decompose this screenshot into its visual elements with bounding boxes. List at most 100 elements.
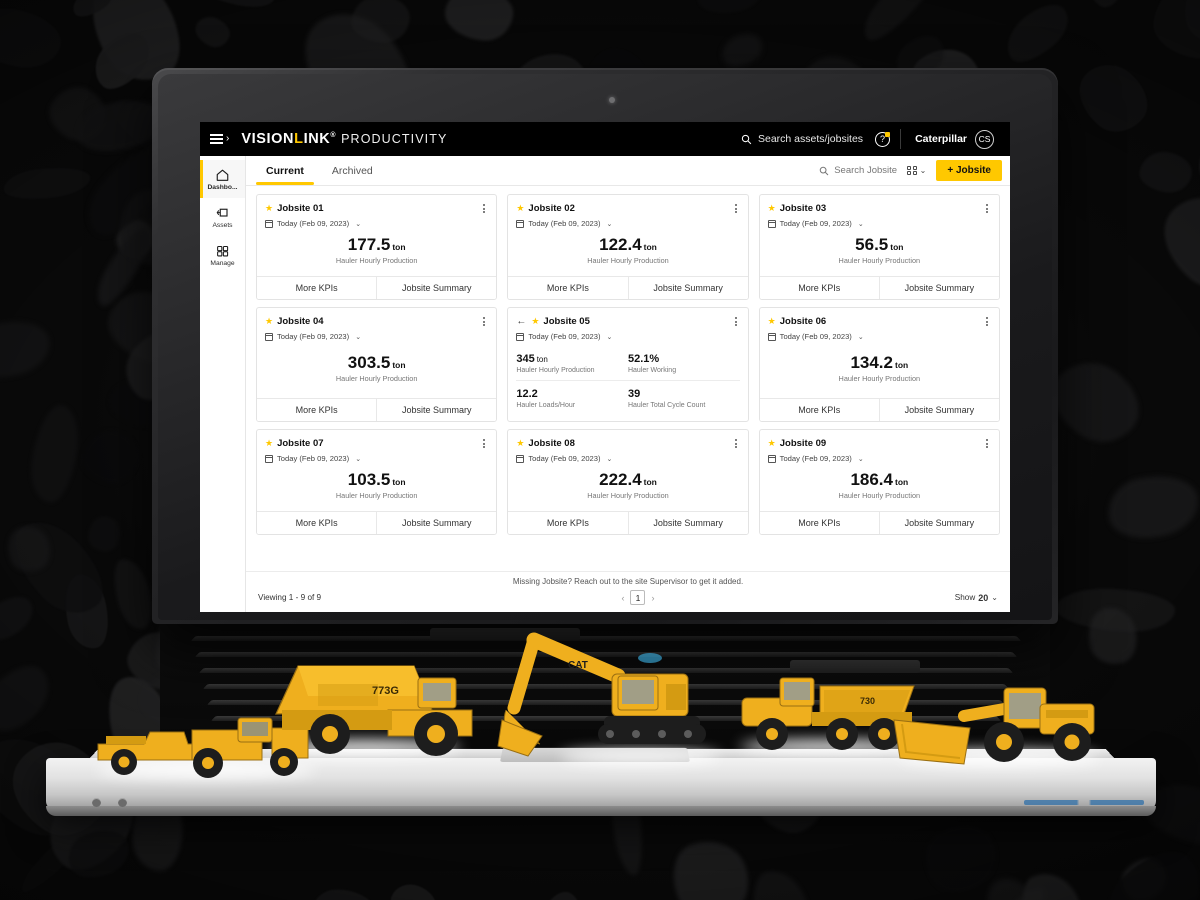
kpi-cell: 12.2 Hauler Loads/Hour [516, 380, 628, 415]
jobsite-title-row: ★ Jobsite 04 [265, 315, 488, 328]
search-icon [819, 166, 829, 175]
hamburger-icon[interactable] [210, 134, 223, 144]
tab-current[interactable]: Current [254, 156, 316, 185]
date-selector[interactable]: Today (Feb 09, 2023) ⌄ [265, 219, 488, 228]
more-kpis-button[interactable]: More KPIs [508, 512, 628, 535]
card-menu-button[interactable] [480, 437, 488, 450]
main-content: Current Archived Search Jobsite ⌄ + Jobs… [246, 156, 1010, 612]
view-toggle-button[interactable]: ⌄ [907, 165, 926, 176]
global-search-placeholder: Search assets/jobsites [758, 133, 864, 145]
date-selector[interactable]: Today (Feb 09, 2023) ⌄ [767, 332, 991, 341]
off-highway-truck: 773G [275, 665, 473, 756]
sidebar-item-manage[interactable]: Manage [200, 236, 245, 274]
more-kpis-button[interactable]: More KPIs [257, 399, 377, 422]
sidebar-item-assets[interactable]: Assets [200, 198, 245, 236]
sidebar-item-dashboard[interactable]: Dashbo... [200, 160, 245, 198]
date-selector[interactable]: Today (Feb 09, 2023) ⌄ [516, 454, 739, 463]
jobsite-title-row: ★ Jobsite 08 [516, 437, 739, 450]
help-icon[interactable]: ? [875, 131, 891, 147]
date-label: Today (Feb 09, 2023) [277, 219, 350, 229]
calendar-icon [265, 219, 273, 228]
date-label: Today (Feb 09, 2023) [277, 454, 350, 464]
jobsite-summary-button[interactable]: Jobsite Summary [376, 399, 497, 422]
jobsite-card[interactable]: ★ Jobsite 06 Today (Feb 09, 2023) ⌄ 134.2 ton… [758, 307, 1000, 423]
kpi-cell: 345 ton Hauler Hourly Production [516, 346, 628, 380]
jobsite-card-footer: More KPIs Jobsite Summary [508, 276, 748, 300]
chevron-down-icon: ⌄ [606, 333, 613, 341]
more-kpis-button[interactable]: More KPIs [508, 277, 628, 300]
visionlink-app: › VISIONLINK® PRODUCTIVITY Search assets… [200, 122, 1010, 612]
more-kpis-button[interactable]: More KPIs [759, 512, 879, 535]
global-search[interactable]: Search assets/jobsites [729, 133, 875, 145]
jobsite-card[interactable]: ★ Jobsite 08 Today (Feb 09, 2023) ⌄ 222.4 ton… [507, 429, 749, 536]
favorite-star-icon[interactable]: ★ [516, 204, 524, 213]
card-menu-button[interactable] [983, 202, 991, 215]
favorite-star-icon[interactable]: ★ [516, 439, 524, 448]
svg-text:730: 730 [860, 696, 875, 706]
chevron-down-icon: ⌄ [857, 333, 864, 341]
card-menu-button[interactable] [732, 202, 740, 215]
back-arrow-icon[interactable]: ← [516, 316, 526, 327]
brand-ision: ISION [251, 131, 295, 147]
favorite-star-icon[interactable]: ★ [768, 317, 776, 326]
user-menu[interactable]: Caterpillar CS [901, 129, 1004, 149]
favorite-star-icon[interactable]: ★ [265, 439, 273, 448]
date-selector[interactable]: Today (Feb 09, 2023) ⌄ [516, 332, 739, 341]
jobsite-grid: ★ Jobsite 01 Today (Feb 09, 2023) ⌄ 177.5 ton… [256, 194, 1000, 536]
add-jobsite-button[interactable]: + Jobsite [936, 160, 1002, 181]
jobsite-card[interactable]: ★ Jobsite 01 Today (Feb 09, 2023) ⌄ 177.5 ton… [256, 194, 498, 301]
kpi-unit: ton [392, 242, 406, 253]
jobsite-kpi: 186.4 ton Hauler Hourly Production [760, 468, 999, 511]
toolbar-actions: Search Jobsite ⌄ + Jobsite [819, 156, 1010, 185]
date-selector[interactable]: Today (Feb 09, 2023) ⌄ [265, 332, 488, 341]
jobsite-summary-button[interactable]: Jobsite Summary [878, 277, 999, 300]
more-kpis-button[interactable]: More KPIs [759, 399, 879, 422]
jobsite-card-header: ★ Jobsite 08 Today (Feb 09, 2023) ⌄ [508, 430, 747, 468]
jobsite-summary-button[interactable]: Jobsite Summary [878, 512, 999, 535]
avatar[interactable]: CS [975, 129, 994, 149]
favorite-star-icon[interactable]: ★ [531, 317, 539, 326]
date-selector[interactable]: Today (Feb 09, 2023) ⌄ [516, 219, 739, 228]
jobsite-card[interactable]: ★ Jobsite 02 Today (Feb 09, 2023) ⌄ 122.4 ton… [507, 194, 749, 301]
more-kpis-button[interactable]: More KPIs [759, 277, 879, 300]
jobsite-card[interactable]: ★ Jobsite 04 Today (Feb 09, 2023) ⌄ 303.5 ton… [256, 307, 498, 423]
date-selector[interactable]: Today (Feb 09, 2023) ⌄ [767, 219, 991, 228]
jobsite-summary-button[interactable]: Jobsite Summary [627, 277, 748, 300]
favorite-star-icon[interactable]: ★ [265, 317, 273, 326]
kpi-unit: ton [643, 242, 657, 253]
date-label: Today (Feb 09, 2023) [528, 219, 601, 229]
kpi-cell: 52.1% Hauler Working [628, 346, 740, 380]
tab-current-label: Current [266, 164, 304, 177]
favorite-star-icon[interactable]: ★ [768, 204, 776, 213]
tab-archived[interactable]: Archived [320, 156, 385, 185]
favorite-star-icon[interactable]: ★ [265, 204, 273, 213]
date-selector[interactable]: Today (Feb 09, 2023) ⌄ [767, 454, 991, 463]
card-menu-button[interactable] [480, 202, 488, 215]
jobsite-card[interactable]: ★ Jobsite 03 Today (Feb 09, 2023) ⌄ 56.5 ton H… [758, 194, 1000, 301]
jobsite-summary-button[interactable]: Jobsite Summary [376, 512, 497, 535]
card-menu-button[interactable] [480, 315, 488, 328]
favorite-star-icon[interactable]: ★ [768, 439, 776, 448]
jobsite-card[interactable]: ← ★ Jobsite 05 Today (Feb 09, 2023) ⌄ 345 ton H… [507, 307, 749, 423]
card-menu-button[interactable] [983, 315, 991, 328]
jobsite-card[interactable]: ★ Jobsite 07 Today (Feb 09, 2023) ⌄ 103.5 ton… [256, 429, 498, 536]
kpi-number: 12.2 [516, 388, 538, 401]
jobsite-summary-button[interactable]: Jobsite Summary [376, 277, 497, 300]
more-kpis-button[interactable]: More KPIs [257, 512, 377, 535]
jobsite-summary-button[interactable]: Jobsite Summary [627, 512, 748, 535]
more-kpis-button[interactable]: More KPIs [257, 277, 377, 300]
jobsite-summary-button[interactable]: Jobsite Summary [878, 399, 999, 422]
jobsite-search[interactable]: Search Jobsite [819, 165, 897, 176]
jobsite-card[interactable]: ★ Jobsite 09 Today (Feb 09, 2023) ⌄ 186.4 ton… [758, 429, 1000, 536]
jobsite-title: Jobsite 02 [528, 203, 575, 215]
menu-button[interactable]: › [210, 134, 229, 144]
card-menu-button[interactable] [732, 437, 740, 450]
jobsite-title: Jobsite 04 [277, 316, 324, 328]
calendar-icon [516, 219, 525, 228]
kpi-label: Hauler Loads/Hour [516, 402, 576, 410]
date-selector[interactable]: Today (Feb 09, 2023) ⌄ [265, 454, 488, 463]
card-menu-button[interactable] [732, 315, 740, 328]
card-menu-button[interactable] [983, 437, 991, 450]
jobsite-kpi: 56.5 ton Hauler Hourly Production [760, 233, 999, 276]
kpi-unit: ton [392, 477, 406, 488]
